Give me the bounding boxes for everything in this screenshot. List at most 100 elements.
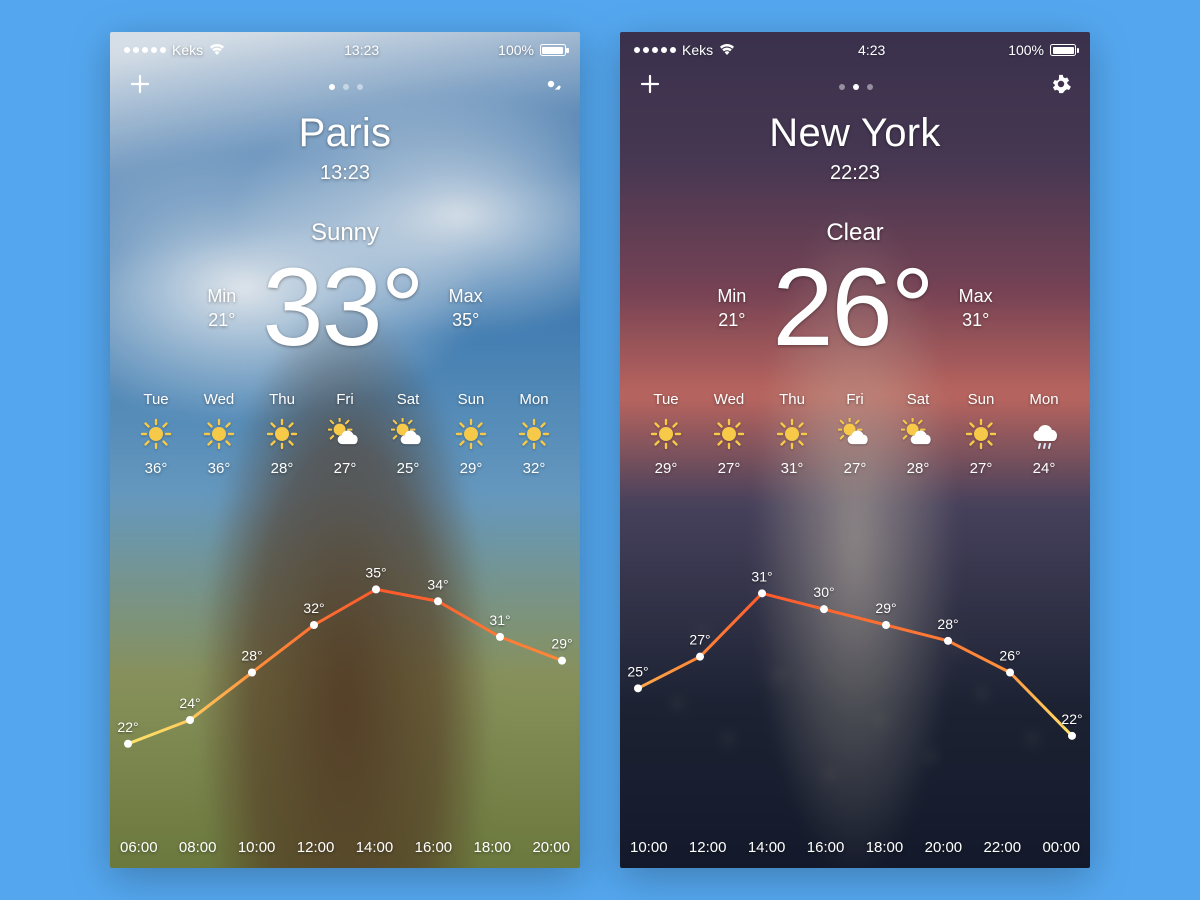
battery-icon	[1050, 44, 1076, 56]
sun-icon	[191, 418, 247, 450]
phone-newyork: Keks 4:23 100% New York 22:23 Clear Min2…	[620, 32, 1090, 868]
hour-tick: 06:00	[120, 839, 158, 856]
city-name: New York	[620, 111, 1090, 156]
forecast-day[interactable]: Fri 27°	[827, 391, 883, 477]
svg-text:25°: 25°	[627, 663, 648, 679]
condition-label: Sunny	[110, 219, 580, 247]
day-temp: 36°	[128, 460, 184, 477]
day-label: Wed	[191, 391, 247, 408]
forecast-day[interactable]: Sat 28°	[890, 391, 946, 477]
hour-tick: 18:00	[866, 839, 904, 856]
forecast-day[interactable]: Tue 29°	[638, 391, 694, 477]
forecast-day[interactable]: Fri 27°	[317, 391, 373, 477]
forecast-day[interactable]: Wed 36°	[191, 391, 247, 477]
phone-paris: Keks 13:23 100% Paris 13:23 Sunny Min21°…	[110, 32, 580, 868]
hourly-chart[interactable]: 22°24°28°32°35°34°31°29° 06:0008:0010:00…	[110, 487, 580, 868]
day-temp: 27°	[827, 460, 883, 477]
sun-icon	[701, 418, 757, 450]
svg-text:32°: 32°	[303, 600, 324, 616]
day-label: Fri	[317, 391, 373, 408]
hour-tick: 14:00	[356, 839, 394, 856]
svg-text:35°: 35°	[365, 564, 386, 580]
hour-tick: 16:00	[415, 839, 453, 856]
day-label: Thu	[254, 391, 310, 408]
hour-tick: 20:00	[925, 839, 963, 856]
svg-text:29°: 29°	[875, 600, 896, 616]
forecast-day[interactable]: Thu 28°	[254, 391, 310, 477]
forecast-day[interactable]: Thu 31°	[764, 391, 820, 477]
sun-cloud-icon	[827, 418, 883, 450]
hour-tick: 10:00	[630, 839, 668, 856]
hour-axis: 10:0012:0014:0016:0018:0020:0022:0000:00	[620, 839, 1090, 856]
sun-icon	[764, 418, 820, 450]
hour-tick: 10:00	[238, 839, 276, 856]
day-temp: 29°	[443, 460, 499, 477]
hour-tick: 12:00	[297, 839, 335, 856]
day-temp: 27°	[953, 460, 1009, 477]
page-indicator[interactable]	[329, 84, 363, 90]
svg-text:30°: 30°	[813, 584, 834, 600]
day-label: Wed	[701, 391, 757, 408]
forecast-day[interactable]: Mon 32°	[506, 391, 562, 477]
svg-text:28°: 28°	[937, 616, 958, 632]
forecast-day[interactable]: Wed 27°	[701, 391, 757, 477]
svg-text:28°: 28°	[241, 648, 262, 664]
hour-tick: 00:00	[1042, 839, 1080, 856]
day-label: Mon	[1016, 391, 1072, 408]
weekly-forecast[interactable]: Tue 29° Wed 27° Thu 31° Fri 27° Sat 28° …	[620, 363, 1090, 477]
weekly-forecast[interactable]: Tue 36° Wed 36° Thu 28° Fri 27° Sat 25° …	[110, 363, 580, 477]
carrier-label: Keks	[682, 42, 713, 58]
sun-icon	[638, 418, 694, 450]
forecast-day[interactable]: Sat 25°	[380, 391, 436, 477]
sun-cloud-icon	[380, 418, 436, 450]
forecast-day[interactable]: Sun 27°	[953, 391, 1009, 477]
svg-text:31°: 31°	[489, 612, 510, 628]
svg-text:26°: 26°	[999, 648, 1020, 664]
condition-label: Clear	[620, 219, 1090, 247]
battery-percent: 100%	[498, 42, 534, 58]
sun-icon	[443, 418, 499, 450]
svg-text:22°: 22°	[1061, 711, 1082, 727]
svg-text:31°: 31°	[751, 568, 772, 584]
day-temp: 29°	[638, 460, 694, 477]
current-temp: 33°	[262, 253, 422, 363]
forecast-day[interactable]: Sun 29°	[443, 391, 499, 477]
hour-tick: 20:00	[532, 839, 570, 856]
day-label: Tue	[128, 391, 184, 408]
page-indicator[interactable]	[839, 84, 873, 90]
hour-tick: 08:00	[179, 839, 217, 856]
battery-icon	[540, 44, 566, 56]
clock: 4:23	[858, 42, 885, 58]
hour-axis: 06:0008:0010:0012:0014:0016:0018:0020:00	[110, 839, 580, 856]
day-temp: 28°	[890, 460, 946, 477]
sun-icon	[254, 418, 310, 450]
battery-percent: 100%	[1008, 42, 1044, 58]
add-location-button[interactable]	[128, 72, 152, 101]
day-label: Sun	[443, 391, 499, 408]
hour-tick: 12:00	[689, 839, 727, 856]
add-location-button[interactable]	[638, 72, 662, 101]
carrier-label: Keks	[172, 42, 203, 58]
svg-text:29°: 29°	[551, 636, 572, 652]
day-label: Mon	[506, 391, 562, 408]
settings-button[interactable]	[540, 73, 562, 100]
day-label: Tue	[638, 391, 694, 408]
day-temp: 27°	[701, 460, 757, 477]
day-temp: 32°	[506, 460, 562, 477]
hourly-chart[interactable]: 25°27°31°30°29°28°26°22° 10:0012:0014:00…	[620, 487, 1090, 868]
sun-cloud-icon	[890, 418, 946, 450]
svg-text:34°: 34°	[427, 576, 448, 592]
max-temp: Max35°	[449, 284, 483, 333]
svg-text:22°: 22°	[117, 719, 138, 735]
day-label: Sat	[890, 391, 946, 408]
wifi-icon	[209, 42, 225, 58]
forecast-day[interactable]: Mon 24°	[1016, 391, 1072, 477]
day-label: Sat	[380, 391, 436, 408]
sun-icon	[953, 418, 1009, 450]
forecast-day[interactable]: Tue 36°	[128, 391, 184, 477]
day-temp: 27°	[317, 460, 373, 477]
rain-icon	[1016, 418, 1072, 450]
sun-icon	[506, 418, 562, 450]
settings-button[interactable]	[1050, 73, 1072, 100]
wifi-icon	[719, 42, 735, 58]
